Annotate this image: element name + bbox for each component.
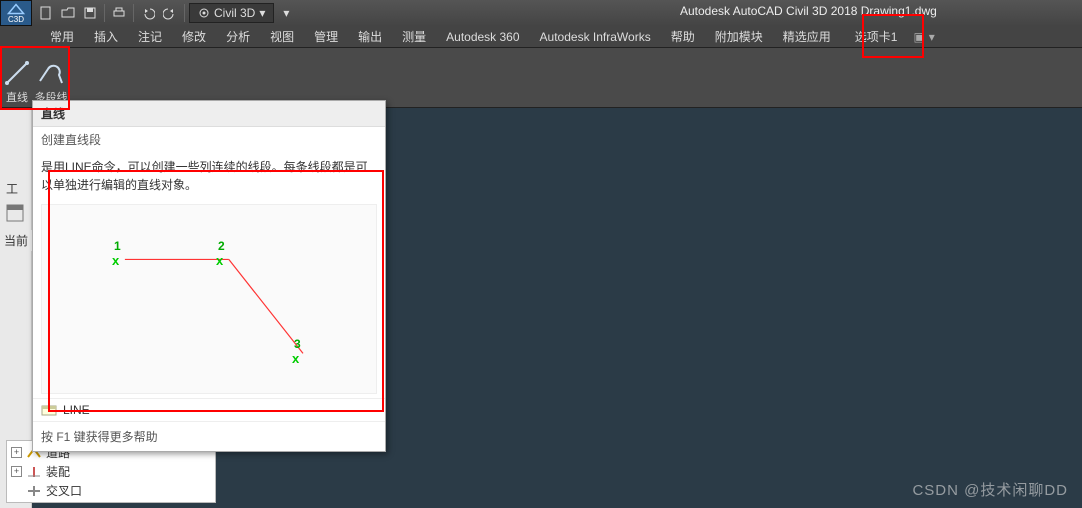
tree-label: 装配	[46, 463, 70, 480]
gear-icon	[198, 7, 210, 19]
line-icon	[3, 59, 31, 87]
tab-home[interactable]: 常用	[40, 26, 84, 48]
separator	[133, 4, 134, 22]
point-x-2: x	[216, 253, 223, 268]
tab-view[interactable]: 视图	[260, 26, 304, 48]
polyline-icon	[37, 59, 65, 87]
workspace-switcher[interactable]: Civil 3D ▾	[189, 3, 274, 23]
point-label-3: 3	[294, 337, 301, 351]
ribbon-end-controls: ▣ ▾	[913, 30, 934, 44]
save-icon[interactable]	[80, 3, 100, 23]
tab-output[interactable]: 输出	[348, 26, 392, 48]
tool-line-label: 直线	[6, 89, 28, 105]
tooltip-command-name: LINE	[63, 403, 90, 417]
left-tool-label: 工	[6, 180, 18, 197]
separator	[184, 4, 185, 22]
tooltip-help-hint: 按 F1 键获得更多帮助	[33, 421, 385, 451]
undo-icon[interactable]	[138, 3, 158, 23]
tool-polyline[interactable]: 多段线	[34, 48, 68, 107]
qat-more-icon[interactable]: ▾	[276, 3, 296, 23]
tab-custom1[interactable]: 选项卡1	[845, 26, 908, 48]
tab-insert[interactable]: 插入	[84, 26, 128, 48]
tooltip-subtitle: 创建直线段	[33, 127, 385, 152]
tooltip-illustration: 1 x 2 x 3 x	[41, 204, 377, 394]
panel-title: 当前	[0, 230, 32, 251]
tab-featured[interactable]: 精选应用	[773, 26, 841, 48]
palette-icon[interactable]	[6, 204, 24, 227]
tab-analyze[interactable]: 分析	[216, 26, 260, 48]
tooltip-command-row: LINE	[33, 398, 385, 421]
intersection-icon	[26, 484, 42, 498]
separator	[104, 4, 105, 22]
watermark: CSDN @技术闲聊DD	[912, 479, 1068, 500]
tab-modify[interactable]: 修改	[172, 26, 216, 48]
open-icon[interactable]	[58, 3, 78, 23]
title-bar: C3D Civil 3D ▾ ▾ Autodesk AutoCAD Civil …	[0, 0, 1082, 26]
tree-item-intersection[interactable]: 交叉口	[7, 481, 215, 500]
ribbon-tabs: 常用 插入 注记 修改 分析 视图 管理 输出 测量 Autodesk 360 …	[0, 26, 1082, 48]
tooltip-description: 是用LINE命令，可以创建一些列连续的线段。每条线段都是可以单独进行编辑的直线对…	[33, 152, 385, 200]
chevron-down-icon[interactable]: ▾	[929, 30, 935, 44]
workspace-label: Civil 3D	[214, 6, 255, 20]
app-icon-label: C3D	[8, 15, 24, 24]
print-icon[interactable]	[109, 3, 129, 23]
tree-item-assembly[interactable]: + 装配	[7, 462, 215, 481]
quick-access-toolbar: Civil 3D ▾ ▾	[32, 3, 300, 23]
tab-manage[interactable]: 管理	[304, 26, 348, 48]
assembly-icon	[26, 465, 42, 479]
window-title: Autodesk AutoCAD Civil 3D 2018 Drawing1.…	[680, 4, 937, 18]
command-tooltip: 直线 创建直线段 是用LINE命令，可以创建一些列连续的线段。每条线段都是可以单…	[32, 100, 386, 452]
command-icon	[41, 403, 57, 417]
point-x-3: x	[292, 351, 299, 366]
tool-line[interactable]: 直线	[0, 48, 34, 107]
tab-a360[interactable]: Autodesk 360	[436, 26, 529, 48]
tab-infraworks[interactable]: Autodesk InfraWorks	[530, 26, 661, 48]
app-menu-button[interactable]: C3D	[0, 0, 32, 26]
tooltip-title: 直线	[33, 101, 385, 127]
point-label-2: 2	[218, 239, 225, 253]
expander-icon[interactable]: +	[11, 447, 22, 458]
point-x-1: x	[112, 253, 119, 268]
tab-help[interactable]: 帮助	[661, 26, 705, 48]
point-label-1: 1	[114, 239, 121, 253]
ribbon-body: 直线 多段线	[0, 48, 1082, 108]
redo-icon[interactable]	[160, 3, 180, 23]
tree-label: 交叉口	[46, 482, 82, 499]
expander-icon[interactable]: +	[11, 466, 22, 477]
panel-toggle-icon[interactable]: ▣	[913, 30, 924, 44]
new-icon[interactable]	[36, 3, 56, 23]
tab-annotate[interactable]: 注记	[128, 26, 172, 48]
chevron-down-icon: ▾	[259, 6, 265, 20]
tab-addins[interactable]: 附加模块	[705, 26, 773, 48]
tab-survey[interactable]: 测量	[392, 26, 436, 48]
